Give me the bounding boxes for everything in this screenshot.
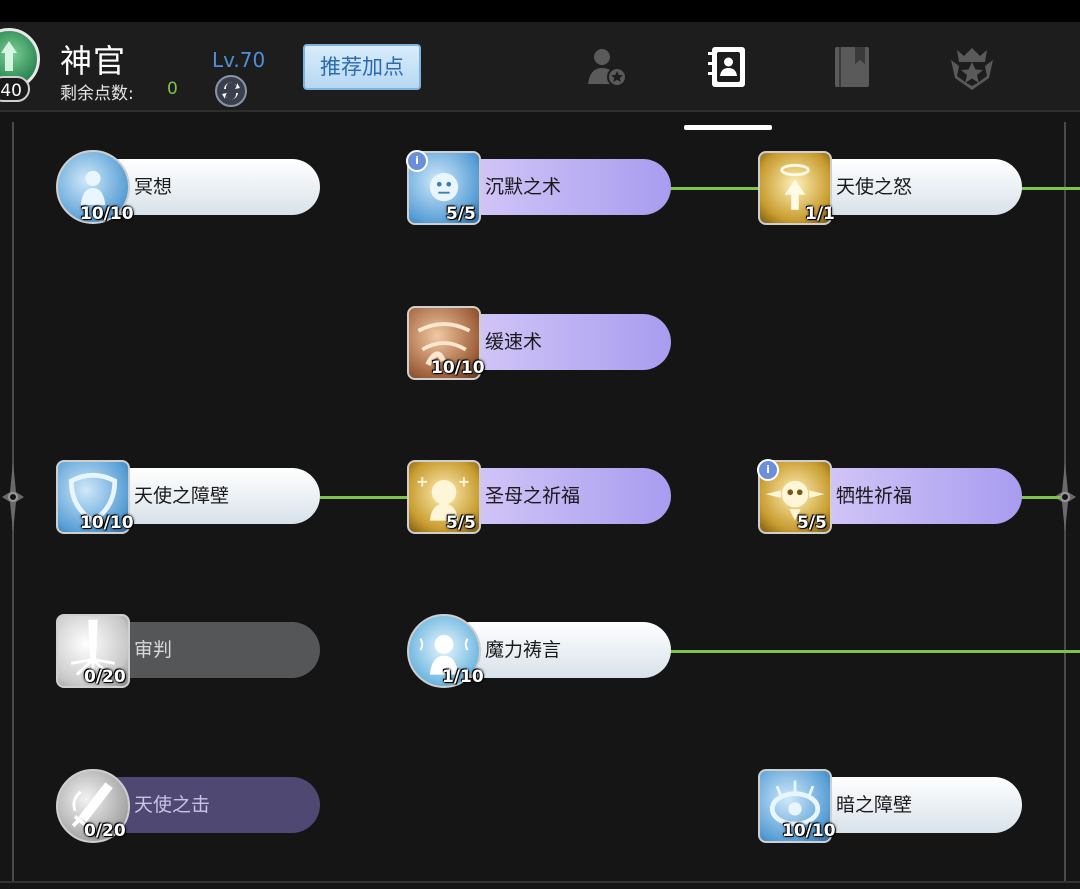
status-bar xyxy=(0,0,1080,22)
skill-level: 10/10 xyxy=(80,513,134,533)
skill-name: 沉默之术 xyxy=(485,176,562,198)
tab-character[interactable] xyxy=(582,42,632,92)
class-name: 神官 xyxy=(60,42,127,80)
skill-level: 1/1 xyxy=(805,204,835,224)
avatar-badge: 40 xyxy=(0,76,30,102)
skill-level: 5/5 xyxy=(446,204,476,224)
skill-name: 圣母之祈福 xyxy=(485,485,581,507)
reset-points-button[interactable] xyxy=(215,75,247,107)
active-tab-indicator xyxy=(684,125,772,130)
crown-emblem-icon xyxy=(951,48,993,90)
skill-name: 审判 xyxy=(134,639,173,661)
skill-name: 暗之障壁 xyxy=(836,794,913,816)
refresh-icon xyxy=(222,82,240,100)
skill-level: 0/20 xyxy=(84,667,126,687)
skill-name: 冥想 xyxy=(134,176,173,198)
tab-skills[interactable] xyxy=(703,42,753,92)
character-star-icon xyxy=(588,49,627,87)
connector-wrath-offscreen xyxy=(1020,187,1080,190)
tab-honor[interactable] xyxy=(947,42,997,92)
skill-book-icon xyxy=(708,47,745,87)
skill-name: 魔力祷言 xyxy=(485,639,562,661)
info-badge[interactable]: i xyxy=(757,459,779,481)
left-rail-ornament-icon xyxy=(2,462,24,532)
skill-name: 缓速术 xyxy=(485,331,543,353)
bookmark-book-icon xyxy=(835,47,869,87)
skill-name: 天使之障壁 xyxy=(134,485,230,507)
skill-level: 10/10 xyxy=(80,204,134,224)
connector-prayer-offscreen xyxy=(670,650,1080,653)
connector-sacrifice-offscreen xyxy=(1020,496,1060,499)
bottom-divider xyxy=(0,881,1080,883)
skill-level: 5/5 xyxy=(446,513,476,533)
skill-level: 10/10 xyxy=(431,358,485,378)
tab-codex[interactable] xyxy=(827,42,877,92)
skill-level: 1/10 xyxy=(442,667,484,687)
remaining-points-label: 剩余点数: xyxy=(60,84,134,104)
skill-level: 10/10 xyxy=(782,821,836,841)
connector-silence-to-wrath xyxy=(670,187,760,190)
skill-name: 牺牲祈福 xyxy=(836,485,913,507)
remaining-points-value: 0 xyxy=(167,79,178,99)
character-level: Lv.70 xyxy=(212,48,266,72)
skill-level: 0/20 xyxy=(84,821,126,841)
skill-name: 天使之击 xyxy=(134,794,211,816)
header-bar: 40 神官 剩余点数: 0 Lv.70 推荐加点 xyxy=(0,22,1080,130)
skill-level: 5/5 xyxy=(797,513,827,533)
recommend-points-button[interactable]: 推荐加点 xyxy=(303,44,421,90)
connector-barrier-to-madonna xyxy=(320,496,410,499)
info-badge[interactable]: i xyxy=(406,150,428,172)
skill-name: 天使之怒 xyxy=(836,176,913,198)
